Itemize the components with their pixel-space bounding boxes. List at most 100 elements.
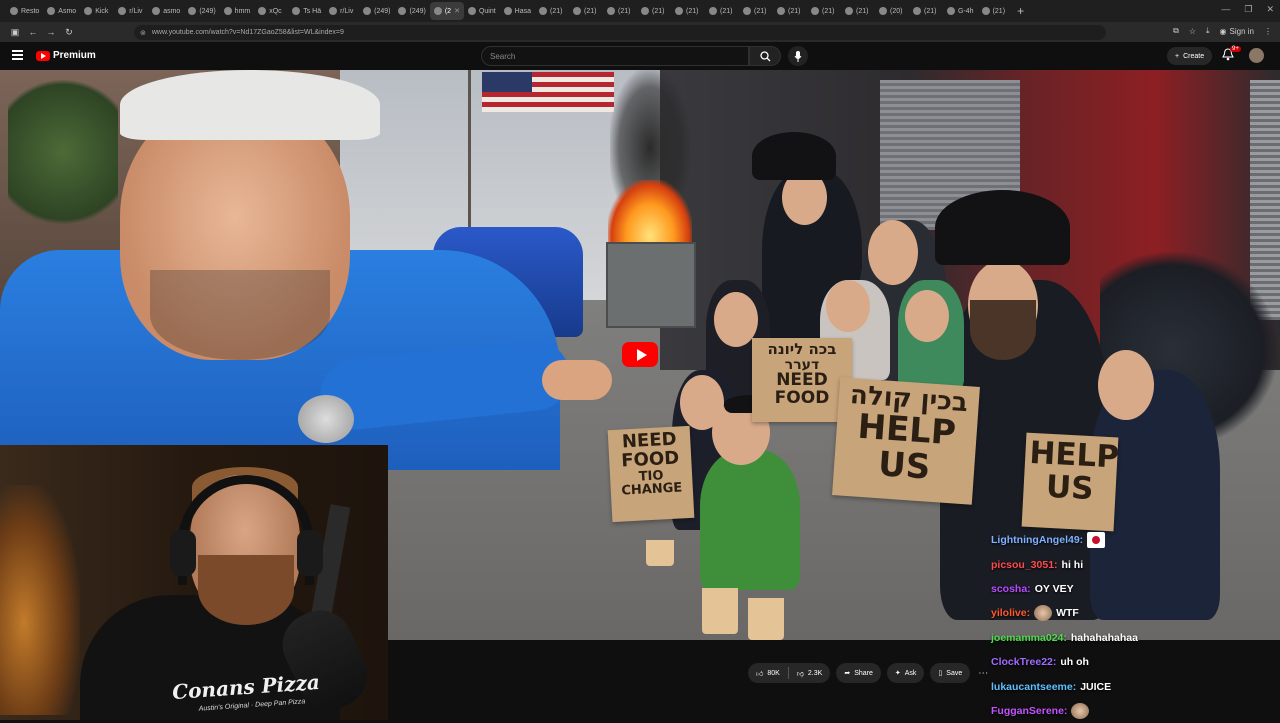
tab-close-icon[interactable]: ✕ [454,7,460,15]
site-info-icon[interactable]: ⊚ [140,29,146,37]
browser-tab[interactable]: (2 ✕ [429,2,464,20]
browser-tab[interactable]: (21) [637,2,671,20]
close-icon[interactable]: ✕ [1266,4,1274,15]
browser-tab[interactable]: (21) [773,2,807,20]
browser-tab[interactable]: (20) [875,2,909,20]
browser-tab[interactable]: hmm [220,2,255,20]
browser-tab[interactable]: r/Liv [114,2,148,20]
tab-favicon-icon [84,7,93,15]
youtube-header: Premium Search + Create 9+ [0,42,1280,70]
browser-tab[interactable]: (21) [569,2,603,20]
youtube-premium-logo[interactable]: Premium [36,50,96,61]
browser-tab[interactable]: (21) [705,2,739,20]
search-button[interactable] [749,46,781,66]
download-icon[interactable]: ⤓ [1206,26,1210,36]
sidebar-toggle-icon[interactable]: ▣ [6,27,24,38]
browser-tab[interactable]: Hasa [500,2,535,20]
tab-label: (21) [924,7,937,15]
browser-tab[interactable]: (249) [394,2,429,20]
tab-label: (21) [618,7,631,15]
tab-favicon-icon [398,7,407,15]
chat-username[interactable]: yilolive: [991,607,1030,619]
browser-tab[interactable]: (249) [359,2,394,20]
create-button[interactable]: + Create [1167,47,1213,65]
reload-icon[interactable]: ↻ [60,27,78,38]
notification-count-badge: 9+ [1230,46,1241,52]
chat-username[interactable]: scosha: [991,583,1031,595]
tab-label: (249) [374,7,391,15]
browser-tab[interactable]: r/Liv [325,2,359,20]
browser-tab[interactable]: (21) [841,2,875,20]
new-tab-icon[interactable]: + [1012,4,1030,18]
bookmark-icon: ▯ [938,670,943,677]
chat-username[interactable]: lukaucantseeme: [991,681,1076,693]
premium-label: Premium [53,50,96,61]
maximize-icon[interactable]: ❐ [1244,4,1252,15]
host-stubble [150,270,330,360]
like-button[interactable]: 👍︎ 80K [748,663,788,683]
minimize-icon[interactable]: — [1221,4,1230,15]
browser-tab[interactable]: asmo [148,2,184,20]
browser-tab[interactable]: (21) [909,2,943,20]
paper-cup-3 [748,598,784,640]
forward-icon[interactable]: → [42,27,60,37]
chat-username[interactable]: picsou_3051: [991,559,1058,571]
chat-username[interactable]: joemamma024: [991,632,1067,644]
browser-tab[interactable]: (21) [603,2,637,20]
flag-pole [468,70,471,230]
menu-icon[interactable] [12,50,23,60]
tab-favicon-icon [152,7,161,15]
browser-tab[interactable]: (21) [978,2,1012,20]
account-avatar[interactable] [1249,48,1264,63]
chat-message: ClockTree22: uh oh [985,650,1280,674]
browser-tab[interactable]: (21) [535,2,569,20]
sign-in-button[interactable]: ◉ Sign in [1220,27,1254,36]
browser-tab[interactable]: xQc [254,2,288,20]
browser-tab[interactable]: (21) [671,2,705,20]
chat-username[interactable]: FugganSerene: [991,705,1067,717]
youtube-play-icon[interactable] [622,342,658,367]
host-hand [542,360,612,400]
sign-help-us-right: HELP US [1021,432,1120,532]
save-button[interactable]: ▯ Save [930,663,971,683]
mother-face [868,220,918,285]
chat-username[interactable]: LightningAngel49: [991,534,1083,546]
us-flag-canton [482,72,532,92]
browser-tab[interactable]: Ts Hä [288,2,325,20]
browser-tab[interactable]: (249) [184,2,219,20]
tab-favicon-icon [981,7,990,15]
tab-favicon-icon [743,7,752,15]
voice-search-button[interactable] [788,46,808,66]
browser-tab[interactable]: Quint [464,2,500,20]
tab-favicon-icon [641,7,650,15]
ask-button[interactable]: ✦ Ask [886,663,925,683]
browser-tab[interactable]: (21) [807,2,841,20]
dislike-button[interactable]: 👎︎ 2.3K [789,663,831,683]
back-icon[interactable]: ← [24,27,42,37]
url-bar[interactable]: ⊚ www.youtube.com/watch?v=Nd17ZGaoZ58&li… [134,25,1106,40]
search-input[interactable]: Search [481,46,749,66]
address-bar-row: ▣ ← → ↻ ⊚ www.youtube.com/watch?v=Nd17ZG… [0,22,1280,42]
tab-label: (21) [992,7,1006,15]
chat-message: scosha: OY VEY [985,577,1280,601]
menu-dots-icon[interactable]: ⋮ [1264,27,1272,36]
webcam-background-lights [0,485,80,715]
sign-2-text: HELP US [856,406,958,488]
browser-tab[interactable]: (21) [739,2,773,20]
tab-favicon-icon [188,7,197,15]
chat-username[interactable]: ClockTree22: [991,656,1056,668]
browser-tab[interactable]: Kick [80,2,114,20]
browser-tab[interactable]: Resto [6,2,43,20]
url-text: www.youtube.com/watch?v=Nd17ZGaoZ58&list… [151,29,344,36]
extensions-icon[interactable]: ⧉ [1173,26,1179,36]
tab-favicon-icon [539,7,548,15]
share-button[interactable]: ➦ Share [836,663,881,683]
browser-tab[interactable]: Asmo [43,2,80,20]
headphone-right-cup [297,530,323,576]
browser-tab[interactable]: G-4h [943,2,978,20]
chat-message: yilolive: WTF [985,601,1280,625]
tab-favicon-icon [363,7,372,15]
tab-favicon-icon [118,7,127,15]
father-hat [935,190,1070,265]
bookmark-star-icon[interactable]: ☆ [1189,27,1196,36]
